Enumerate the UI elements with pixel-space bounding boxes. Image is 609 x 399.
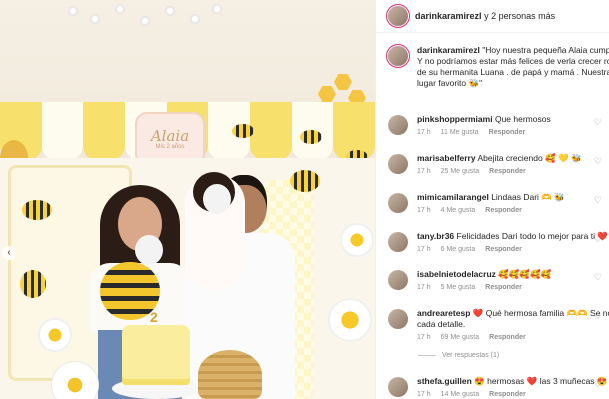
author-avatar[interactable] [388,6,408,26]
comment-item: andrearetesp ❤️ Qué hermosa familia 🫶🫶 S… [388,308,609,341]
caption-line: "Hoy nuestra pequeña Alaia cumple 2 [482,45,609,55]
comment-time: 17 h [417,284,431,291]
comment-text: Que hermosos [494,114,551,124]
caption-line: Y no podríamos estar más felices de verl… [417,56,609,66]
comments-panel: darinkaramirezl y 2 personas más darinka… [375,0,609,399]
reply-button[interactable]: Responder [485,246,522,253]
bee-decor [300,130,322,144]
commenter-avatar[interactable] [388,193,408,213]
caption-author-avatar[interactable] [388,46,408,66]
reply-button[interactable]: Responder [485,207,522,214]
comment-time: 17 h [417,391,431,398]
comment-likes[interactable]: 5 Me gusta [441,284,476,291]
comment-time: 17 h [417,168,431,175]
like-heart-icon[interactable]: ♡ [594,195,602,206]
caption: darinkaramirezl "Hoy nuestra pequeña Ala… [388,45,609,89]
caption-author[interactable]: darinkaramirezl [417,45,480,55]
commenter-username[interactable]: andrearetesp [417,308,470,318]
like-heart-icon[interactable]: ♡ [594,234,602,245]
comment-time: 17 h [417,334,431,341]
comment-item: tany.br36 Felicidades Dari todo lo mejor… [388,231,609,253]
comment-time: 17 h [417,246,431,253]
daisy-decor [342,225,372,255]
like-heart-icon[interactable]: ♡ [594,379,602,390]
comment-likes[interactable]: 4 Me gusta [441,207,476,214]
comment-text: 🥰🥰🥰🥰🥰 [498,269,552,279]
comment-item: pinkshoppermiami Que hermosos 17 h 11 Me … [388,114,609,136]
coauthors-text[interactable]: y 2 personas más [484,11,555,21]
reply-button[interactable]: Responder [489,391,526,398]
commenter-avatar[interactable] [388,270,408,290]
post-photo: Alaia Mis 2 años 2 ‹ [0,0,375,399]
comment-text: Lindaas Dari 🫶 🐝 [491,192,565,202]
reply-button[interactable]: Responder [489,129,526,136]
comment-item: marisabelferry Abejita creciendo 🥰 💛 🐝 1… [388,153,609,175]
view-replies-button[interactable]: Ver respuestas (1) [418,352,499,359]
like-heart-icon[interactable]: ♡ [594,272,602,283]
commenter-avatar[interactable] [388,377,408,397]
view-replies-label[interactable]: Ver respuestas (1) [442,352,499,359]
previous-photo-button[interactable]: ‹ [2,246,16,260]
comment-time: 17 h [417,207,431,214]
commenter-username[interactable]: tany.br36 [417,231,454,241]
commenter-username[interactable]: marisabelferry [417,153,476,163]
comment-text: 😍 hermosas ❤️ las 3 muñecas 😍 [474,376,608,386]
post-author-line: darinkaramirezl y 2 personas más [415,11,555,21]
bee-decor [232,124,254,138]
comment-likes[interactable]: 25 Me gusta [441,168,480,175]
blurred-face [203,184,231,214]
comment-likes[interactable]: 6 Me gusta [441,246,476,253]
caption-line: de su hermanita Luana . de papá y mamá .… [417,67,609,77]
author-username[interactable]: darinkaramirezl [415,11,482,21]
daisy-decor [330,300,370,340]
sign-subtitle: Mis 2 años [155,144,185,150]
cake-number: 2 [150,309,158,325]
comment-text: cada detalle. [417,319,466,329]
commenter-username[interactable]: mimicamilarangel [417,192,489,202]
bee-figure [22,200,52,220]
birthday-cake: 2 [122,309,190,385]
like-heart-icon[interactable]: ♡ [594,117,602,128]
commenter-avatar[interactable] [388,154,408,174]
comment-likes[interactable]: 14 Me gusta [441,391,480,398]
commenter-username[interactable]: sthefa.guillen [417,376,472,386]
bee-doll [20,270,46,298]
comment-item: isabelnietodelacruz 🥰🥰🥰🥰🥰 17 h 5 Me gusta… [388,269,609,291]
reply-button[interactable]: Responder [489,334,526,341]
commenter-username[interactable]: pinkshoppermiami [417,114,493,124]
commenter-avatar[interactable] [388,309,408,329]
comment-likes[interactable]: 11 Me gusta [441,129,479,136]
comment-time: 17 h [417,129,431,136]
like-heart-icon[interactable]: ♡ [594,311,602,322]
reply-button[interactable]: Responder [489,168,526,175]
comment-text: Abejita creciendo 🥰 💛 🐝 [477,153,582,163]
post-header: darinkaramirezl y 2 personas más [376,0,609,33]
comment-item: mimicamilarangel Lindaas Dari 🫶 🐝 17 h 4 … [388,192,609,214]
chandelier [60,0,230,40]
caption-line: lugar favorito 🐝" [417,78,483,88]
comment-likes[interactable]: 69 Me gusta [441,334,480,341]
reply-button[interactable]: Responder [485,284,522,291]
commenter-username[interactable]: isabelnietodelacruz [417,269,496,279]
blurred-face [135,235,163,265]
comment-text: ❤️ Qué hermosa familia 🫶🫶 Se nota el a [472,308,609,318]
comment-text: Felicidades Dari todo lo mejor para ti ❤… [456,231,609,241]
replies-line [418,355,436,356]
beehive-basket [198,350,262,399]
sign-name: Alaia [150,127,190,145]
commenter-avatar[interactable] [388,115,408,135]
comment-item: sthefa.guillen 😍 hermosas ❤️ las 3 muñec… [388,376,609,398]
commenter-avatar[interactable] [388,232,408,252]
like-heart-icon[interactable]: ♡ [594,156,602,167]
daisy-decor [40,320,70,350]
